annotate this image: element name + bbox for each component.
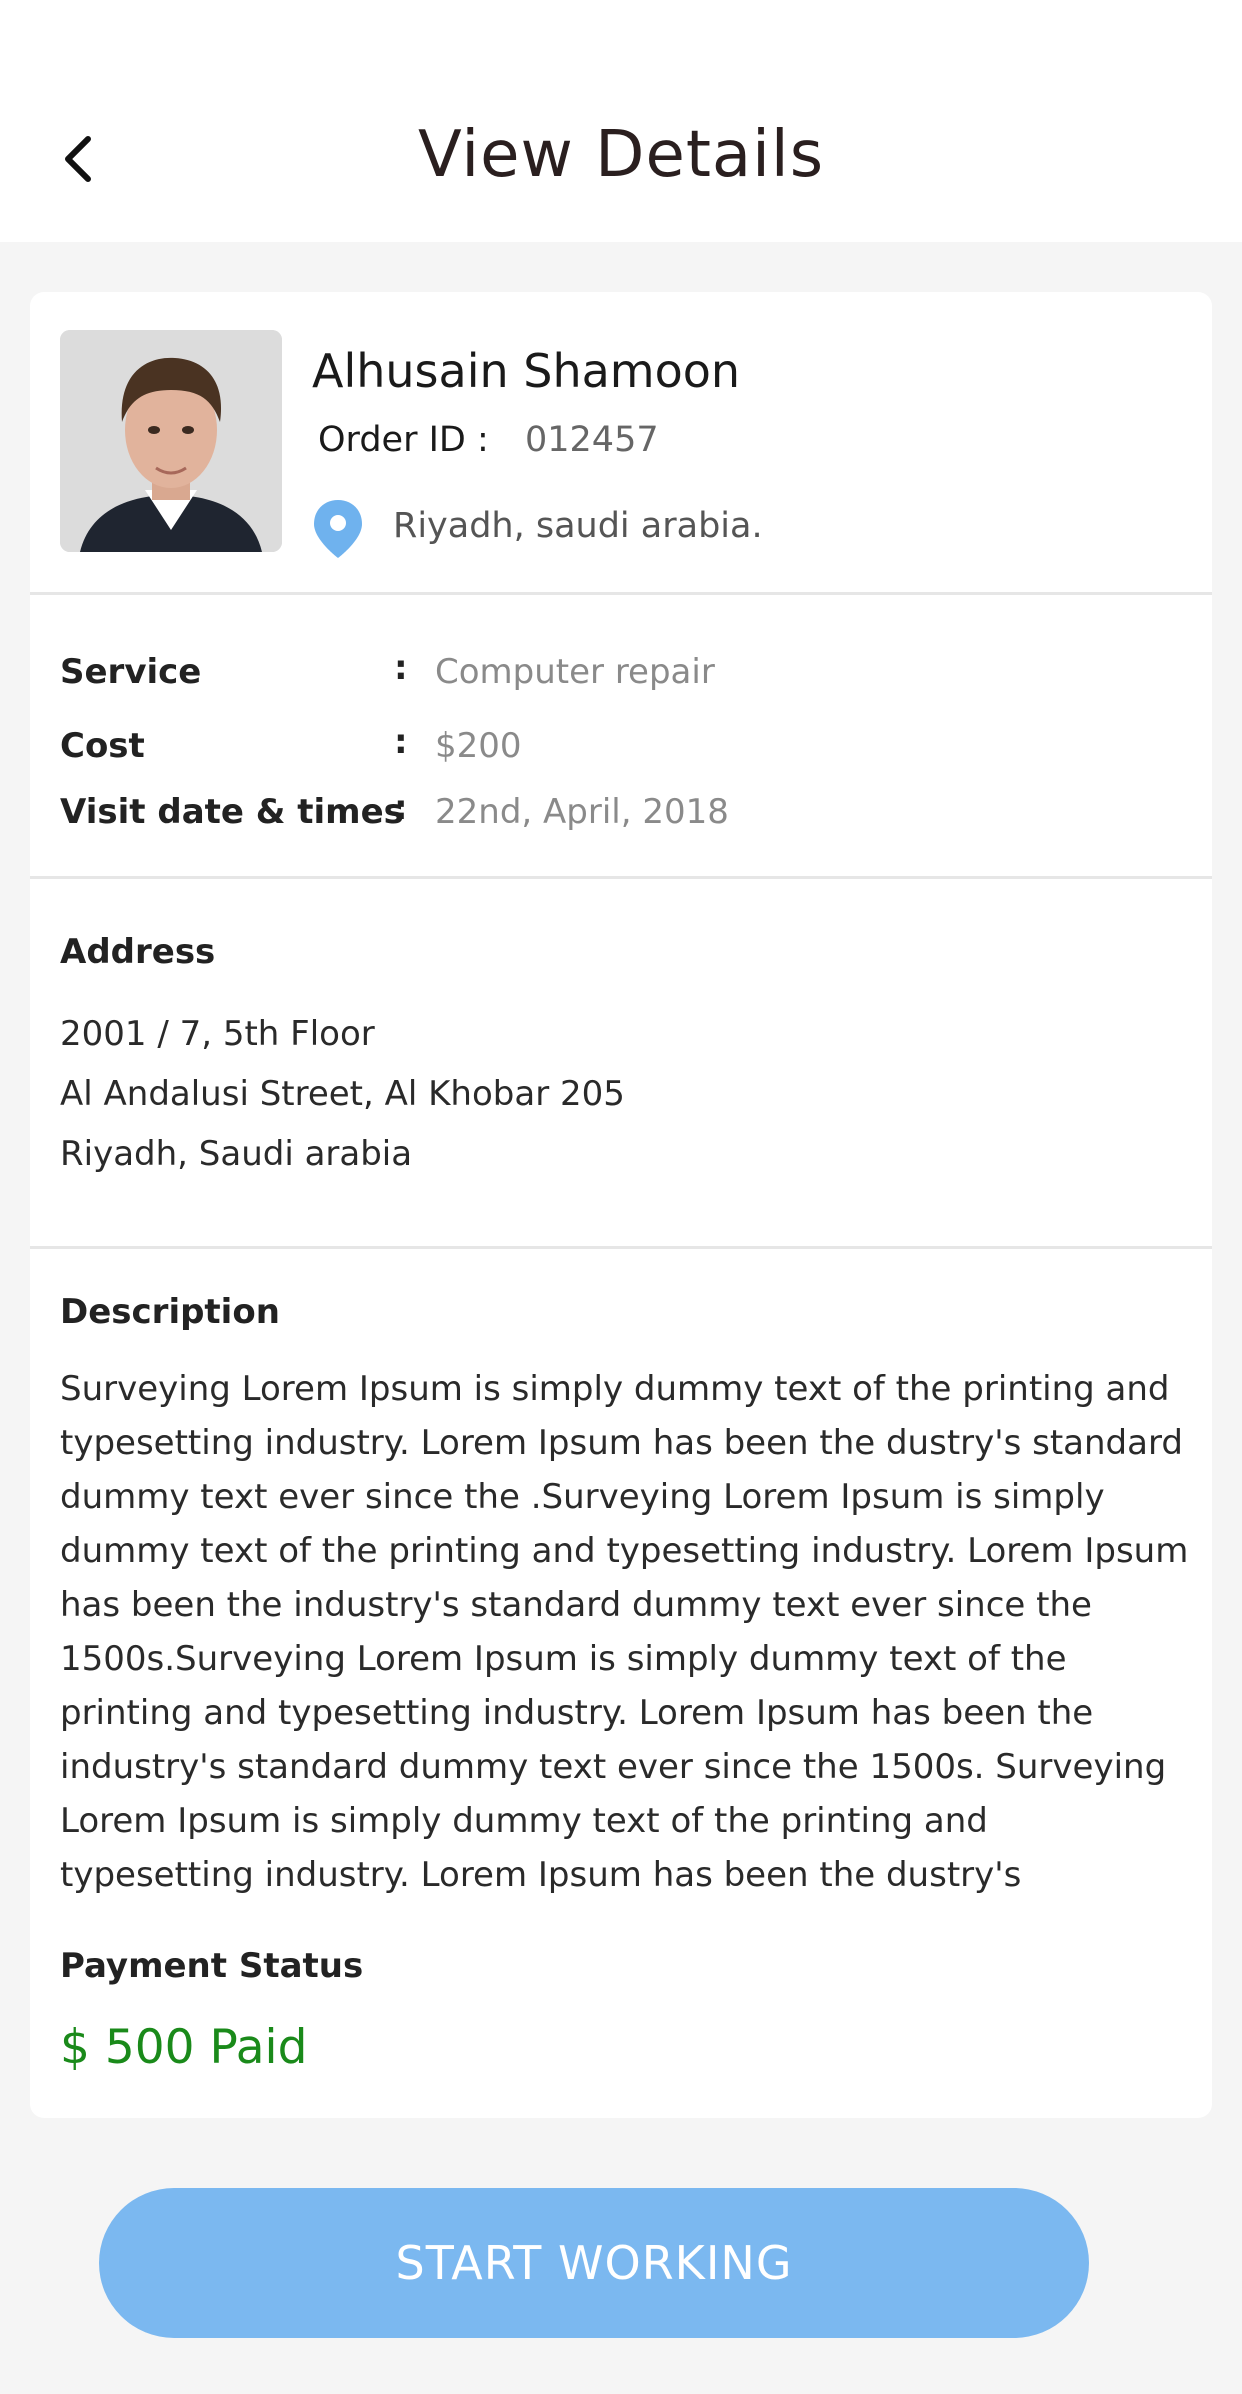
service-value: Computer repair: [435, 652, 715, 692]
customer-location: Riyadh, saudi arabia.: [393, 506, 763, 546]
order-details-card: Alhusain Shamoon Order ID : 012457 Riyad…: [30, 292, 1212, 2118]
map-pin-icon: [314, 500, 362, 558]
cost-label: Cost: [60, 726, 145, 766]
payment-status-heading: Payment Status: [60, 1946, 364, 1986]
customer-name: Alhusain Shamoon: [312, 344, 741, 398]
description-heading: Description: [60, 1292, 280, 1332]
service-colon: :: [394, 648, 408, 688]
cost-value: $200: [435, 726, 522, 766]
visit-date-value: 22nd, April, 2018: [435, 792, 729, 832]
avatar-photo: [60, 330, 282, 552]
address-line-1: 2001 / 7, 5th Floor: [60, 1014, 375, 1054]
page-title: View Details: [417, 118, 825, 192]
start-working-button[interactable]: START WORKING: [99, 2188, 1089, 2338]
visit-date-colon: :: [394, 788, 408, 828]
divider: [30, 1246, 1212, 1249]
address-line-3: Riyadh, Saudi arabia: [60, 1134, 413, 1174]
payment-status-value: $ 500 Paid: [60, 2020, 308, 2075]
visit-date-label: Visit date & times: [60, 792, 404, 832]
service-label: Service: [60, 652, 202, 692]
header: View Details: [0, 0, 1242, 242]
order-id-value: 012457: [525, 420, 659, 460]
address-line-2: Al Andalusi Street, Al Khobar 205: [60, 1074, 625, 1114]
cost-colon: :: [394, 722, 408, 762]
divider: [30, 592, 1212, 595]
avatar: [60, 330, 282, 552]
address-heading: Address: [60, 932, 216, 972]
divider: [30, 876, 1212, 879]
description-text: Surveying Lorem Ipsum is simply dummy te…: [60, 1369, 1189, 1895]
order-id-label: Order ID :: [318, 420, 489, 460]
